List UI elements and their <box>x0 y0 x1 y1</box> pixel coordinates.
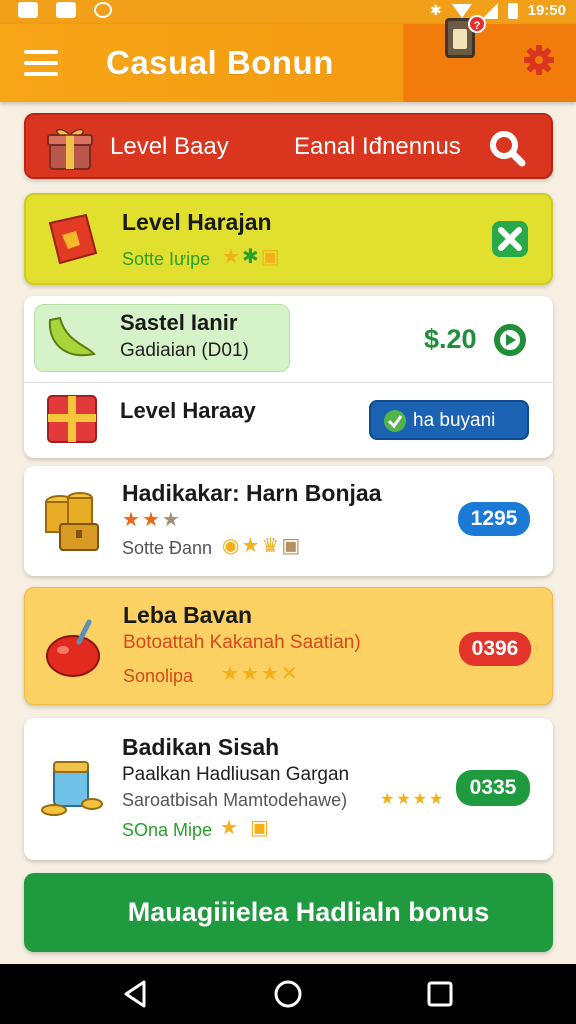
card-meta: Sonolipa <box>123 666 194 686</box>
level-bonus-banner[interactable]: Level Baay Eanal Iđnennus <box>24 113 553 179</box>
card-line2: Paalkan Hadliusan Gargan <box>122 764 350 785</box>
gift-box-icon <box>47 128 93 170</box>
coin-jar-icon <box>41 761 103 816</box>
status-bar-right: ✱ 19:50 <box>430 2 566 19</box>
badikan-sisah-card[interactable]: Badikan Sisah Paalkan Hadliusan Gargan S… <box>24 718 553 860</box>
sastel-title: Sastel Ianir <box>120 310 238 335</box>
reward-icons: ★ ▣ <box>220 818 269 838</box>
card-title: Leba Bavan <box>123 602 253 628</box>
score-badge[interactable]: 0396 <box>459 632 531 666</box>
gift-small-icon: ▣ <box>281 535 301 557</box>
gift-small-icon: ▣ <box>260 246 280 268</box>
star-icon: ★ <box>122 509 140 531</box>
star-icon: ★ <box>260 663 279 685</box>
sastel-card: Sastel Ianir Gadiaian (D01) $.20 Level H… <box>24 296 553 458</box>
card-meta: Sotte Đann <box>122 538 213 558</box>
recents-icon[interactable] <box>426 978 454 1010</box>
card-line3: Saroatbisah Mamtodehawe) <box>122 790 348 810</box>
rating-stars: ★ ★ ★ <box>122 510 180 530</box>
get-bonus-button[interactable]: Mauagiiielea Hadlialn bonus <box>24 873 553 952</box>
rating-stars: ★ ★ ★ ✕ <box>221 664 298 684</box>
sastel-price: $.20 <box>424 324 477 354</box>
status-bar-left-icons <box>18 2 112 18</box>
notification-button[interactable]: ? <box>445 15 486 58</box>
red-envelope-icon <box>48 213 98 265</box>
close-icon[interactable] <box>490 219 530 259</box>
hadikakar-card[interactable]: Hadikakar: Harn Bonjaa ★ ★ ★ Sotte Đann … <box>24 466 553 576</box>
row2-title: Level Haraay <box>120 398 256 423</box>
star-empty-icon: ★ <box>161 509 180 531</box>
coin-icon: ◉ <box>222 535 240 557</box>
wifi-icon <box>451 3 472 18</box>
ticket-icon <box>453 29 467 49</box>
buy-button[interactable]: ha buyani <box>369 400 529 440</box>
app-bar: Casual Bonun <box>0 24 576 102</box>
star-icon: ★ <box>412 791 428 808</box>
search-icon[interactable] <box>488 129 526 167</box>
banana-icon <box>48 316 96 357</box>
star-icon: ★ <box>220 817 238 839</box>
banner-left-label: Level Baay <box>110 133 229 160</box>
notification-badge: ? <box>468 15 486 33</box>
signal-icon <box>481 2 498 19</box>
app-title: Casual Bonun <box>106 44 334 81</box>
divider <box>24 382 553 383</box>
system-nav-bar <box>0 964 576 1024</box>
star-icon: ★ <box>396 791 411 808</box>
score-badge[interactable]: 1295 <box>458 502 530 536</box>
battery-icon <box>507 2 518 19</box>
star-icon: ★ <box>241 535 260 557</box>
score-badge[interactable]: 0335 <box>456 770 530 806</box>
status-time: 19:50 <box>527 2 566 19</box>
gift-box-icon <box>47 395 97 443</box>
star-icon: ★ <box>221 663 239 685</box>
star-icon: ★ <box>141 509 160 531</box>
card-title: Badikan Sisah <box>122 734 280 760</box>
sparkle-icon: ✱ <box>241 246 259 268</box>
card-title: Hadikakar: Harn Bonjaa <box>122 480 382 506</box>
level-harajan-card[interactable]: Level Harajan Sotte Iưipe ★ ✱ ▣ <box>24 193 553 285</box>
sastel-subtitle: Gadiaian (D01) <box>120 340 249 361</box>
gift-small-icon: ✕ <box>280 663 298 685</box>
app-notification-icon <box>56 2 76 18</box>
trophy-icon: ♛ <box>261 535 280 557</box>
star-icon: ★ <box>429 791 444 808</box>
star-icon: ★ <box>222 246 240 268</box>
back-icon[interactable] <box>120 978 150 1010</box>
rating-stars: ★ ★ ★ ★ <box>380 790 443 810</box>
settings-gear-icon[interactable] <box>523 44 555 76</box>
card-meta: SOna Mipe <box>122 820 213 840</box>
menu-icon[interactable] <box>24 50 58 76</box>
leaf-icon <box>384 410 406 432</box>
status-circle-icon <box>94 2 112 18</box>
buy-button-label: ha buyani <box>413 410 496 431</box>
star-icon: ★ <box>240 663 259 685</box>
banner-right-label: Eanal Iđnennus <box>294 133 461 160</box>
rating-stars: ★ ✱ ▣ <box>222 247 280 267</box>
notification-icon <box>18 2 38 18</box>
refresh-icon[interactable] <box>492 322 528 358</box>
card-meta: Sotte Iưipe <box>122 249 211 269</box>
leba-bavan-card[interactable]: Leba Bavan Botoattah Kakanah Saatian) So… <box>24 587 553 705</box>
status-bar: ✱ 19:50 <box>0 0 576 24</box>
apple-icon <box>46 619 100 677</box>
bluetooth-icon: ✱ <box>429 2 442 18</box>
card-title: Level Harajan <box>122 209 272 235</box>
coin-chest-icon <box>45 492 99 551</box>
home-icon[interactable] <box>272 978 304 1010</box>
reward-icons: ◉ ★ ♛ ▣ <box>222 536 300 556</box>
card-subtitle: Botoattah Kakanah Saatian) <box>123 632 361 653</box>
star-icon: ★ <box>380 791 395 808</box>
gift-small-icon: ▣ <box>249 817 269 839</box>
